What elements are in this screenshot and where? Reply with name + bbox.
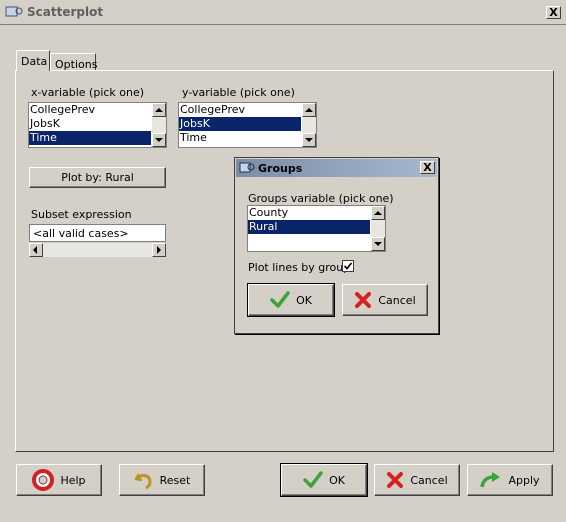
reset-button[interactable]: Reset xyxy=(119,464,205,496)
cancel-button[interactable]: Cancel xyxy=(374,464,460,496)
cancel-x-icon xyxy=(355,292,372,308)
groups-variable-item-selected[interactable]: Rural xyxy=(248,220,370,234)
x-variable-scrollbar[interactable] xyxy=(152,103,166,147)
scroll-up-button[interactable] xyxy=(371,206,385,220)
x-variable-listbox[interactable]: CollegePrev JobsK Time xyxy=(28,102,167,148)
window-close-button[interactable]: X xyxy=(546,6,561,19)
plot-lines-label: Plot lines by group xyxy=(248,261,351,274)
groups-title: Groups xyxy=(258,162,303,175)
up-arrow-icon xyxy=(305,108,313,112)
y-variable-item[interactable]: CollegePrev xyxy=(179,103,301,117)
y-variable-listbox[interactable]: CollegePrev JobsK Time xyxy=(178,102,317,148)
title-bar: Scatterplot X xyxy=(0,0,566,25)
scroll-left-button[interactable] xyxy=(29,243,43,257)
subset-expression-input[interactable]: <all valid cases> xyxy=(29,224,166,242)
up-arrow-icon xyxy=(374,211,382,215)
scroll-up-button[interactable] xyxy=(152,103,166,117)
scroll-up-button[interactable] xyxy=(302,103,316,117)
apply-arrow-icon xyxy=(480,472,501,488)
scroll-down-button[interactable] xyxy=(152,133,166,147)
groups-dialog: Groups X Groups variable (pick one) Coun… xyxy=(234,157,439,334)
groups-variable-scrollbar[interactable] xyxy=(371,206,385,251)
plot-lines-checkbox[interactable] xyxy=(342,260,354,272)
cancel-x-icon xyxy=(387,472,404,488)
reset-label: Reset xyxy=(159,473,191,487)
checkmark-icon xyxy=(303,471,323,488)
app-icon xyxy=(5,6,23,17)
help-label: Help xyxy=(60,473,86,487)
x-variable-item-selected[interactable]: Time xyxy=(29,131,151,145)
groups-close-button[interactable]: X xyxy=(420,161,435,174)
x-variable-item[interactable]: CollegePrev xyxy=(29,103,151,117)
tab-options[interactable]: Options xyxy=(50,53,97,71)
right-arrow-icon xyxy=(157,246,161,254)
subset-horizontal-scrollbar[interactable] xyxy=(29,243,166,257)
apply-button[interactable]: Apply xyxy=(467,464,553,496)
cancel-label: Cancel xyxy=(410,473,448,487)
tab-data[interactable]: Data xyxy=(16,50,50,71)
down-arrow-icon xyxy=(305,138,313,142)
plot-by-button[interactable]: Plot by: Rural xyxy=(29,167,166,188)
y-variable-item-selected[interactable]: JobsK xyxy=(179,117,301,131)
app-icon xyxy=(239,162,255,173)
help-lifebuoy-icon xyxy=(32,469,55,491)
groups-ok-button[interactable]: OK xyxy=(247,283,335,317)
y-variable-label: y-variable (pick one) xyxy=(182,86,295,99)
help-button[interactable]: Help xyxy=(16,464,102,496)
groups-cancel-label: Cancel xyxy=(378,293,416,307)
down-arrow-icon xyxy=(155,138,163,142)
groups-cancel-button[interactable]: Cancel xyxy=(342,284,428,316)
x-variable-label: x-variable (pick one) xyxy=(31,86,145,99)
groups-variable-label: Groups variable (pick one) xyxy=(248,192,394,205)
reset-arrow-icon xyxy=(134,473,152,490)
apply-label: Apply xyxy=(508,473,540,487)
groups-ok-label: OK xyxy=(296,293,312,307)
up-arrow-icon xyxy=(155,108,163,112)
checkmark-icon xyxy=(270,291,290,308)
scroll-down-button[interactable] xyxy=(302,133,316,147)
left-arrow-icon xyxy=(33,246,37,254)
ok-button[interactable]: OK xyxy=(280,463,368,497)
x-variable-item[interactable]: JobsK xyxy=(29,117,151,131)
scroll-right-button[interactable] xyxy=(152,243,166,257)
y-variable-scrollbar[interactable] xyxy=(302,103,316,147)
down-arrow-icon xyxy=(374,242,382,246)
groups-variable-item[interactable]: County xyxy=(248,206,370,220)
checkmark-icon xyxy=(343,262,353,270)
scroll-down-button[interactable] xyxy=(371,237,385,251)
groups-variable-listbox[interactable]: County Rural xyxy=(247,205,386,252)
window-title: Scatterplot xyxy=(27,5,104,19)
subset-expression-label: Subset expression xyxy=(31,208,132,221)
groups-title-bar: Groups X xyxy=(236,159,437,177)
y-variable-item[interactable]: Time xyxy=(179,131,301,145)
ok-label: OK xyxy=(329,473,345,487)
